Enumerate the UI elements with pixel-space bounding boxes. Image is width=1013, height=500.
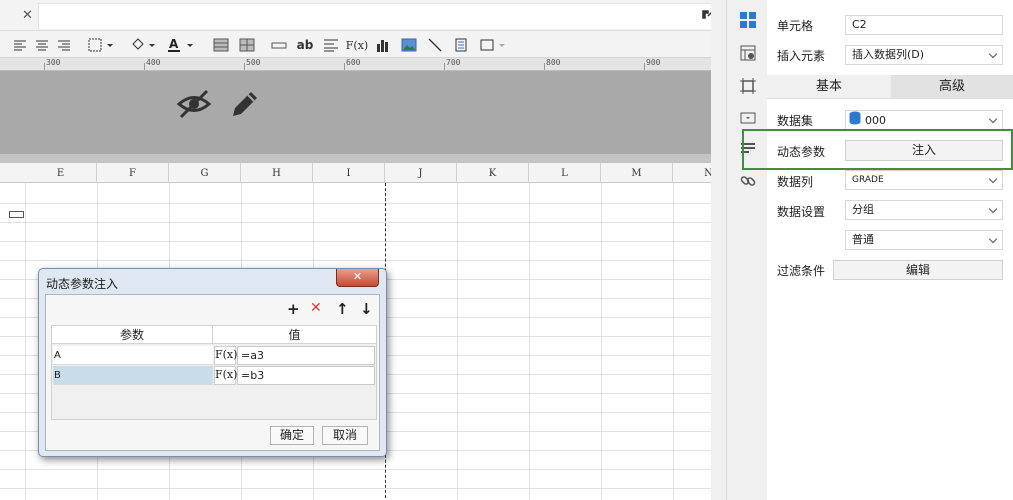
param-value-field[interactable]: =b3 (237, 366, 375, 385)
tab-advanced[interactable]: 高级 (891, 75, 1013, 99)
data-column-label: 数据列 (777, 175, 814, 189)
hide-eye-icon[interactable] (176, 89, 212, 122)
align-left-icon[interactable] (12, 35, 28, 55)
data-setting-label: 数据设置 (777, 205, 826, 219)
ruler-label: 900 (646, 58, 661, 67)
column-header-cell[interactable]: H (241, 163, 313, 183)
formula-fx-button[interactable]: F(x) (214, 346, 237, 365)
insert-text-icon[interactable] (270, 35, 288, 55)
filter-label: 过滤条件 (777, 264, 826, 278)
column-header-cell[interactable]: J (385, 163, 457, 183)
ruler-label: 800 (546, 58, 561, 67)
ok-button[interactable]: 确定 (270, 426, 314, 445)
param-name-cell[interactable]: B (53, 366, 213, 385)
widget-icon[interactable] (740, 110, 756, 126)
ruler-label: 300 (46, 58, 61, 67)
vertical-scrollbar[interactable] (711, 0, 726, 500)
cell-label: 单元格 (777, 19, 814, 33)
font-color-icon[interactable]: A (166, 35, 196, 55)
ruler-label: 700 (446, 58, 461, 67)
move-down-icon[interactable]: ↓ (360, 300, 373, 318)
column-header-cell[interactable]: I (313, 163, 385, 183)
hyperlink-icon[interactable] (740, 173, 756, 189)
close-tab-icon[interactable]: ✕ (22, 8, 33, 23)
cell-name-field[interactable]: C2 (845, 15, 1003, 35)
param-table: 参数 值 A F(x) =a3 B F(x) =b3 (51, 325, 377, 420)
dynamic-param-dialog: 动态参数注入 ✕ + ✕ ↑ ↓ 参数 值 A F(x) =a3 B F(x) … (38, 268, 387, 457)
dataset-label: 数据集 (777, 114, 814, 128)
dataset-select[interactable]: 000 (845, 110, 1003, 130)
insert-element-label: 插入元素 (777, 49, 826, 63)
cell-properties-icon[interactable] (740, 12, 756, 28)
horizontal-ruler: 300 400 500 600 700 800 900 (0, 58, 726, 71)
header-separator (0, 154, 726, 163)
dialog-close-button[interactable]: ✕ (336, 269, 379, 287)
merge-cells-icon[interactable] (212, 35, 230, 55)
move-up-icon[interactable]: ↑ (336, 300, 349, 318)
value-column-header: 值 (213, 326, 376, 344)
fill-color-icon[interactable] (128, 35, 158, 55)
data-column-select[interactable]: GRADE (845, 170, 1003, 190)
cancel-button[interactable]: 取消 (322, 426, 368, 445)
slash-icon[interactable] (426, 35, 444, 55)
param-column-header: 参数 (52, 326, 213, 344)
edit-pencil-icon[interactable] (229, 88, 261, 123)
insert-image-icon[interactable] (400, 35, 418, 55)
column-header: E F G H I J K L M N (0, 163, 711, 183)
filter-edit-button[interactable]: 编辑 (833, 260, 1003, 280)
column-header-cell[interactable]: M (601, 163, 673, 183)
cell-property-panel: 单元格 C2 插入元素 插入数据列(D) 基本 高级 数据集 000 动态参数 … (767, 0, 1013, 500)
align-center-icon[interactable] (34, 35, 50, 55)
ruler-label: 400 (146, 58, 161, 67)
column-header-cell[interactable]: E (25, 163, 97, 183)
align-right-icon[interactable] (56, 35, 72, 55)
document-tab[interactable] (38, 3, 724, 29)
column-header-cell[interactable]: G (169, 163, 241, 183)
svg-text:A: A (169, 37, 179, 51)
dialog-title: 动态参数注入 (46, 277, 119, 291)
row-marker-icon (9, 211, 24, 218)
dataset-value: 000 (865, 114, 886, 127)
cell-element-icon[interactable] (478, 35, 508, 55)
dialog-body: + ✕ ↑ ↓ 参数 值 A F(x) =a3 B F(x) =b3 确定 取消 (45, 294, 380, 451)
param-name-cell[interactable]: A (53, 346, 213, 365)
formula-fx-button[interactable]: F(x) (214, 366, 237, 385)
formula-icon[interactable]: F(x) (346, 35, 368, 55)
add-icon[interactable]: + (287, 300, 300, 318)
border-icon[interactable] (86, 35, 116, 55)
document-tab-bar: ✕ (0, 0, 726, 31)
ruler-label: 600 (346, 58, 361, 67)
rich-text-icon[interactable] (322, 35, 340, 55)
data-setting-mode-select[interactable]: 普通 (845, 230, 1003, 250)
sub-report-icon[interactable] (452, 35, 470, 55)
property-icon-column (726, 0, 767, 500)
cell-border-icon[interactable] (740, 78, 756, 94)
column-header-cell[interactable]: N (673, 163, 711, 183)
insert-element-select[interactable]: 插入数据列(D) (845, 45, 1003, 65)
delete-icon[interactable]: ✕ (310, 300, 322, 316)
cell-style-icon[interactable] (740, 45, 756, 61)
param-value-field[interactable]: =a3 (237, 346, 375, 365)
insert-text-ab-icon[interactable]: ab (296, 35, 314, 55)
column-header-cell[interactable]: L (529, 163, 601, 183)
header-band (0, 71, 726, 154)
database-icon (849, 111, 861, 131)
insert-chart-icon[interactable] (374, 35, 392, 55)
column-header-cell[interactable]: K (457, 163, 529, 183)
column-header-cell[interactable]: F (97, 163, 169, 183)
tab-basic[interactable]: 基本 (767, 75, 891, 99)
format-toolbar: A ab F(x) (0, 31, 726, 58)
ruler-label: 500 (246, 58, 261, 67)
data-setting-select[interactable]: 分组 (845, 200, 1003, 220)
split-cells-icon[interactable] (238, 35, 256, 55)
highlight-annotation (742, 129, 1013, 170)
